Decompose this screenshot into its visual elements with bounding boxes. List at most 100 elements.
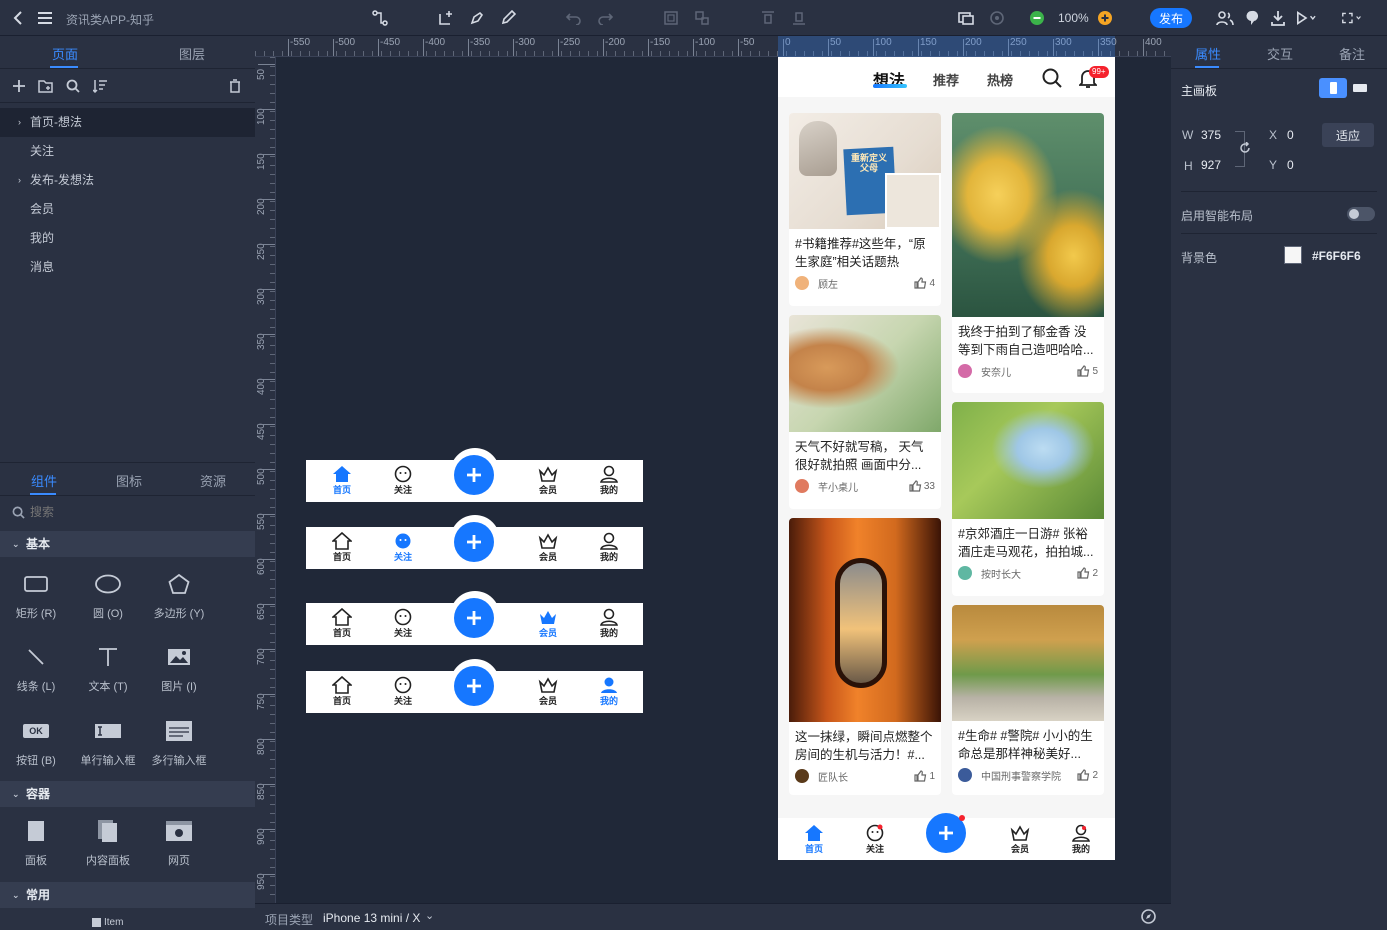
publish-plus-button[interactable] (454, 455, 494, 495)
fullscreen-icon[interactable] (1342, 8, 1362, 28)
nav-me[interactable]: 我的 (1061, 824, 1101, 855)
tab-properties[interactable]: 属性 (1195, 44, 1221, 63)
download-icon[interactable] (1268, 8, 1288, 28)
feed-card[interactable]: #京郊酒庄一日游# 张裕酒庄走马观花，拍拍城... 按时长大 2 (952, 402, 1104, 596)
connector-icon[interactable] (370, 8, 390, 28)
section-common[interactable]: ⌄ 常用 (0, 882, 255, 908)
play-preview-icon[interactable] (1296, 8, 1316, 28)
nav-item[interactable]: 关注 (383, 608, 423, 639)
ungroup-icon[interactable] (692, 8, 712, 28)
nav-item[interactable]: 首页 (322, 532, 362, 563)
lock-ratio-icon[interactable] (1239, 142, 1251, 156)
compass-icon[interactable] (1141, 909, 1156, 924)
page-item[interactable]: › 首页-想法 (0, 108, 255, 137)
search-icon[interactable] (1042, 68, 1062, 88)
width-input[interactable]: 375 (1201, 128, 1221, 142)
bg-color-value[interactable]: #F6F6F6 (1312, 249, 1361, 263)
nav-item[interactable]: 会员 (528, 532, 568, 563)
tabbar-variant[interactable]: 首页 关注 会员 我的 (306, 515, 643, 569)
page-item[interactable]: › 发布-发想法 (0, 166, 255, 195)
component-button[interactable]: OK 按钮 (B) (1, 716, 71, 768)
nav-item[interactable]: 首页 (322, 465, 362, 496)
zoom-in-icon[interactable] (1095, 8, 1115, 28)
component-circle[interactable]: 圆 (O) (73, 569, 143, 621)
tabbar-variant[interactable]: 首页 关注 会员 我的 (306, 448, 643, 502)
component-textarea[interactable]: 多行输入框 (144, 716, 214, 768)
height-input[interactable]: 927 (1201, 158, 1221, 172)
align-bottom-icon[interactable] (789, 8, 809, 28)
component-webpage[interactable]: 网页 (144, 816, 214, 868)
pen-icon[interactable] (467, 8, 487, 28)
tabbar-variant[interactable]: 首页 关注 会员 我的 (306, 659, 643, 713)
nav-item[interactable]: 首页 (322, 608, 362, 639)
nav-item[interactable]: 我的 (589, 676, 629, 707)
page-item[interactable]: 关注 (0, 137, 255, 166)
x-input[interactable]: 0 (1287, 128, 1294, 142)
device-select[interactable]: iPhone 13 mini / X (323, 911, 420, 925)
feed-card[interactable]: 天气不好就写稿， 天气很好就拍照 画面中分... 芊小桌儿 33 (789, 315, 941, 509)
artboard-phone[interactable]: 想法 推荐 热榜 99+ 重新定义父母 #书籍推荐#这些年，“原生家庭”相关话题… (778, 57, 1115, 860)
nav-vip[interactable]: 会员 (1000, 824, 1040, 855)
y-input[interactable]: 0 (1287, 158, 1294, 172)
nav-item[interactable]: 会员 (528, 608, 568, 639)
menu-icon[interactable] (35, 8, 55, 28)
nav-item[interactable]: 关注 (383, 532, 423, 563)
component-checkbox-item[interactable]: Item (92, 917, 123, 928)
add-folder-icon[interactable] (38, 79, 54, 93)
tab-components[interactable]: 组件 (31, 471, 57, 490)
zoom-out-icon[interactable] (1027, 8, 1047, 28)
nav-item[interactable]: 我的 (589, 465, 629, 496)
component-panel[interactable]: 面板 (1, 816, 71, 868)
publish-plus-button[interactable] (454, 598, 494, 638)
nav-item[interactable]: 我的 (589, 532, 629, 563)
component-rectangle[interactable]: 矩形 (R) (1, 569, 71, 621)
landscape-icon[interactable] (1353, 84, 1367, 92)
nav-follow[interactable]: 关注 (855, 824, 895, 855)
component-search-input[interactable] (30, 502, 240, 522)
page-item[interactable]: 我的 (0, 224, 255, 253)
undo-icon[interactable] (564, 8, 584, 28)
nav-item[interactable]: 首页 (322, 676, 362, 707)
publish-plus-button[interactable] (454, 522, 494, 562)
tab-resources[interactable]: 资源 (200, 471, 226, 490)
nav-item[interactable]: 会员 (528, 465, 568, 496)
component-input[interactable]: 单行输入框 (73, 716, 143, 768)
team-icon[interactable] (1215, 8, 1235, 28)
feed-card[interactable]: 重新定义父母 #书籍推荐#这些年，“原生家庭”相关话题热 顾左 4 (789, 113, 941, 306)
feed-card[interactable]: 我终于拍到了郁金香 没等到下雨自己造吧哈哈... 安奈儿 5 (952, 113, 1104, 393)
tab-notes[interactable]: 备注 (1339, 44, 1365, 63)
bg-color-swatch[interactable] (1284, 246, 1302, 264)
page-item[interactable]: 消息 (0, 253, 255, 282)
add-page-icon[interactable] (12, 79, 26, 93)
settings-icon[interactable] (987, 8, 1007, 28)
expand-caret-icon[interactable]: › (18, 108, 21, 137)
component-image[interactable]: 图片 (I) (144, 642, 214, 694)
component-content-panel[interactable]: 内容面板 (73, 816, 143, 868)
comment-icon[interactable] (1242, 8, 1262, 28)
align-top-icon[interactable] (758, 8, 778, 28)
tabbar-variant[interactable]: 首页 关注 会员 我的 (306, 591, 643, 645)
nav-home[interactable]: 首页 (794, 824, 834, 855)
pencil-icon[interactable] (498, 8, 518, 28)
publish-button[interactable]: 发布 (1150, 8, 1192, 28)
component-text[interactable]: 文本 (T) (73, 642, 143, 694)
tab-recommend[interactable]: 推荐 (933, 70, 959, 89)
back-icon[interactable] (8, 8, 28, 28)
clean-page-icon[interactable] (228, 79, 242, 93)
smart-layout-toggle[interactable] (1347, 207, 1375, 221)
tab-icons[interactable]: 图标 (116, 471, 142, 490)
tab-pages[interactable]: 页面 (52, 44, 78, 63)
component-line[interactable]: 线条 (L) (1, 642, 71, 694)
group-icon[interactable] (661, 8, 681, 28)
publish-plus-button[interactable] (454, 666, 494, 706)
expand-caret-icon[interactable]: › (18, 166, 21, 195)
nav-item[interactable]: 关注 (383, 676, 423, 707)
search-page-icon[interactable] (66, 79, 80, 93)
tab-layers[interactable]: 图层 (179, 44, 205, 63)
add-frame-icon[interactable] (436, 8, 456, 28)
page-item[interactable]: 会员 (0, 195, 255, 224)
nav-item[interactable]: 关注 (383, 465, 423, 496)
portrait-toggle[interactable] (1319, 78, 1347, 98)
fit-button[interactable]: 适应 (1322, 123, 1374, 147)
redo-icon[interactable] (595, 8, 615, 28)
